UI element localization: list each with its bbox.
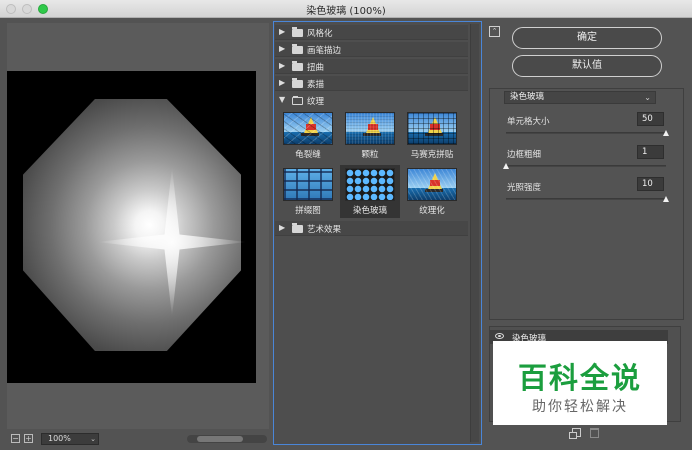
light-intensity-input[interactable]: 10: [637, 177, 664, 191]
zoom-select[interactable]: 100% ⌄: [41, 433, 99, 445]
category-texture[interactable]: ▼ 纹理: [275, 93, 468, 108]
category-label: 素描: [307, 80, 325, 90]
cell-size-slider[interactable]: [506, 130, 669, 136]
thumb-label: 纹理化: [419, 206, 445, 216]
collapse-arrow-icon: ▼: [279, 95, 286, 104]
expand-arrow-icon: ▶: [279, 223, 286, 232]
folder-icon: [292, 223, 303, 233]
thumb-label: 拼缀图: [295, 206, 321, 216]
border-thickness-input[interactable]: 1: [637, 145, 664, 159]
folder-open-icon: [292, 96, 303, 105]
filter-thumb-stained-glass[interactable]: 染色玻璃: [340, 165, 400, 218]
thumbnail-image: [407, 112, 457, 145]
preview-area: − + 100% ⌄: [7, 23, 269, 445]
title-bar: 染色玻璃 (100%): [0, 0, 692, 18]
slider-knob[interactable]: [503, 163, 509, 169]
collapse-icon[interactable]: ⌃: [489, 26, 500, 37]
category-distort[interactable]: ▶ 扭曲: [275, 59, 468, 74]
zoom-in-button[interactable]: +: [24, 434, 33, 443]
filter-list: ▶ 风格化 ▶ 画笔描边 ▶ 扭曲 ▶ 素描 ▼ 纹理 龟裂缝 颗粒 马赛克拼贴…: [275, 23, 468, 443]
category-sketch[interactable]: ▶ 素描: [275, 76, 468, 91]
thumbnail-image: [283, 168, 333, 201]
category-label: 纹理: [307, 97, 325, 107]
scroll-thumb[interactable]: [197, 436, 243, 442]
thumbnail-image: [345, 168, 395, 201]
ok-button[interactable]: 确定: [512, 27, 662, 49]
cell-size-input[interactable]: 50: [637, 112, 664, 126]
chevron-down-icon: ⌄: [644, 93, 651, 102]
expand-arrow-icon: ▶: [279, 44, 286, 53]
filter-settings-panel: 染色玻璃 ⌄ 单元格大小 50 边框粗细 1 光照强度 10: [489, 88, 684, 320]
category-label: 艺术效果: [307, 225, 342, 235]
zoom-out-button[interactable]: −: [11, 434, 20, 443]
new-layer-icon[interactable]: [569, 428, 581, 439]
chevron-down-icon: ⌄: [90, 435, 96, 443]
filter-select-value: 染色玻璃: [510, 92, 545, 102]
folder-icon: [292, 44, 303, 54]
window-title: 染色玻璃 (100%): [306, 6, 386, 17]
light-intensity-slider[interactable]: [506, 196, 669, 202]
filter-select[interactable]: 染色玻璃 ⌄: [504, 91, 656, 104]
category-label: 画笔描边: [307, 46, 342, 56]
expand-arrow-icon: ▶: [279, 78, 286, 87]
horizontal-scrollbar[interactable]: [187, 435, 267, 443]
thumbnail-image: [407, 168, 457, 201]
folder-icon: [292, 27, 303, 37]
watermark-overlay: 百科全说 助你轻松解决: [493, 341, 667, 425]
filter-thumb-mosaic-tiles[interactable]: 马赛克拼贴: [402, 109, 462, 162]
filter-thumb-grain[interactable]: 颗粒: [340, 109, 400, 162]
filter-gallery: ▶ 风格化 ▶ 画笔描边 ▶ 扭曲 ▶ 素描 ▼ 纹理 龟裂缝 颗粒 马赛克拼贴…: [273, 21, 482, 445]
zoom-value: 100%: [48, 434, 71, 443]
thumbnail-image: [345, 112, 395, 145]
trash-icon[interactable]: [590, 428, 599, 438]
expand-arrow-icon: ▶: [279, 61, 286, 70]
watermark-title: 百科全说: [517, 361, 642, 395]
filter-thumb-patchwork[interactable]: 拼缀图: [278, 165, 338, 218]
thumb-label: 颗粒: [361, 150, 379, 160]
slider-knob[interactable]: [663, 130, 669, 136]
default-button[interactable]: 默认值: [512, 55, 662, 77]
category-stylize[interactable]: ▶ 风格化: [275, 25, 468, 40]
slider-knob[interactable]: [663, 196, 669, 202]
thumb-label: 龟裂缝: [295, 150, 321, 160]
expand-arrow-icon: ▶: [279, 27, 286, 36]
cell-size-label: 单元格大小: [507, 117, 550, 127]
category-label: 扭曲: [307, 63, 325, 73]
thumb-label: 马赛克拼贴: [410, 150, 454, 160]
filter-thumb-craquelure[interactable]: 龟裂缝: [278, 109, 338, 162]
category-artistic[interactable]: ▶ 艺术效果: [275, 221, 468, 236]
category-brush-strokes[interactable]: ▶ 画笔描边: [275, 42, 468, 57]
zoom-bar: − + 100% ⌄: [7, 431, 269, 447]
preview-canvas[interactable]: [7, 71, 256, 383]
eye-icon[interactable]: [495, 333, 504, 339]
folder-icon: [292, 78, 303, 88]
gallery-scrollbar[interactable]: [470, 24, 479, 442]
folder-icon: [292, 61, 303, 71]
preview-image: [23, 99, 241, 351]
filter-thumb-texturizer[interactable]: 纹理化: [402, 165, 462, 218]
category-label: 风格化: [307, 29, 333, 39]
light-intensity-label: 光照强度: [507, 183, 542, 193]
border-thickness-slider[interactable]: [503, 163, 666, 169]
border-thickness-label: 边框粗细: [507, 150, 542, 160]
thumbnail-image: [283, 112, 333, 145]
thumb-label: 染色玻璃: [352, 206, 387, 216]
watermark-subtitle: 助你轻松解决: [532, 399, 628, 415]
